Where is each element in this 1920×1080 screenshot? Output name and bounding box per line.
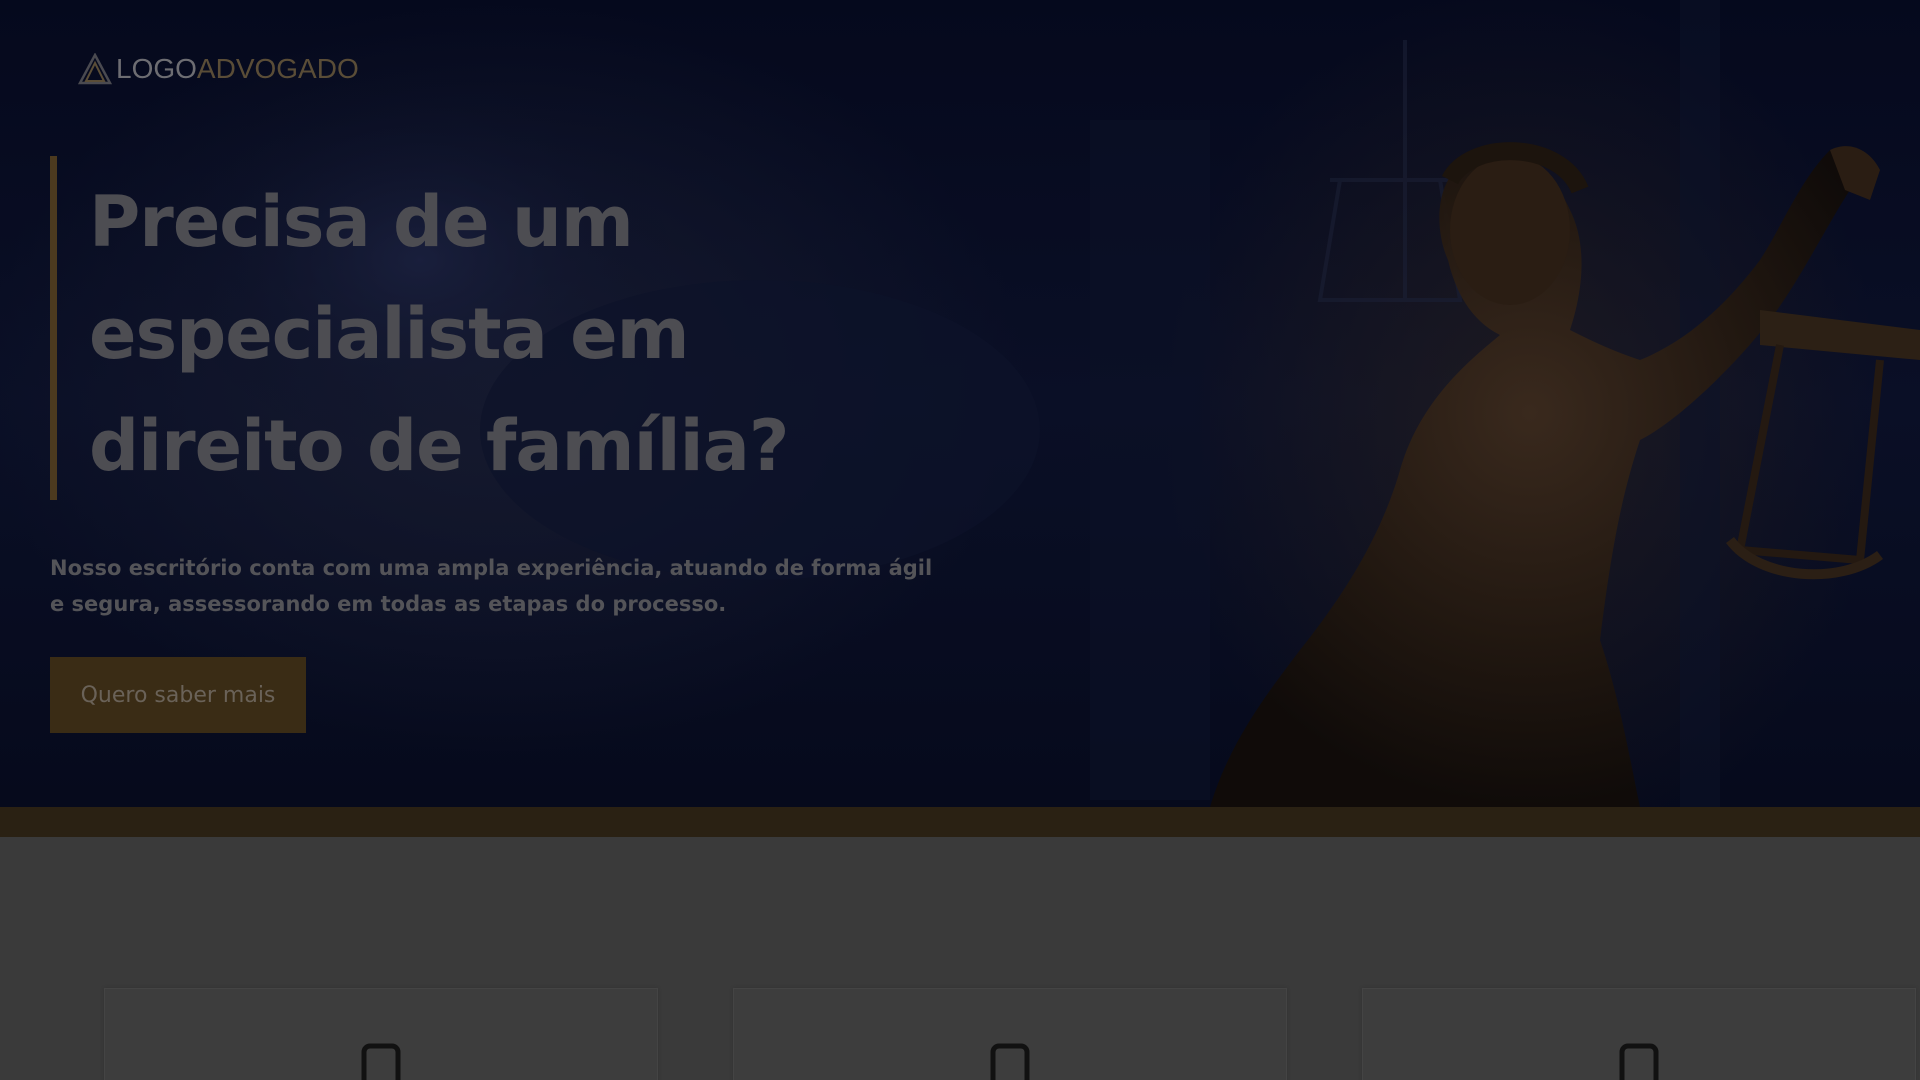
site-logo[interactable]: LOGO ADVOGADO (78, 52, 359, 86)
logo-text-primary: LOGO (116, 53, 197, 84)
landing-page: LOGO ADVOGADO Precisa de um especialista… (0, 0, 1920, 1080)
smartphone-icon (361, 1043, 401, 1080)
hero-section: LOGO ADVOGADO Precisa de um especialista… (0, 0, 1920, 807)
smartphone-icon (1619, 1043, 1659, 1080)
feature-card (1362, 988, 1916, 1080)
headline-block: Precisa de um especialista em direito de… (50, 156, 957, 500)
smartphone-icon (990, 1043, 1030, 1080)
logo-text-secondary: ADVOGADO (196, 53, 359, 84)
accent-band (0, 807, 1920, 837)
feature-card (733, 988, 1287, 1080)
hero-subtext: Nosso escritório conta com uma ampla exp… (50, 556, 933, 616)
feature-card (104, 988, 658, 1080)
triangle-logo-icon (78, 53, 112, 85)
hero-headline: Precisa de um especialista em direito de… (89, 181, 789, 487)
cta-learn-more-button[interactable]: Quero saber mais (50, 657, 306, 733)
